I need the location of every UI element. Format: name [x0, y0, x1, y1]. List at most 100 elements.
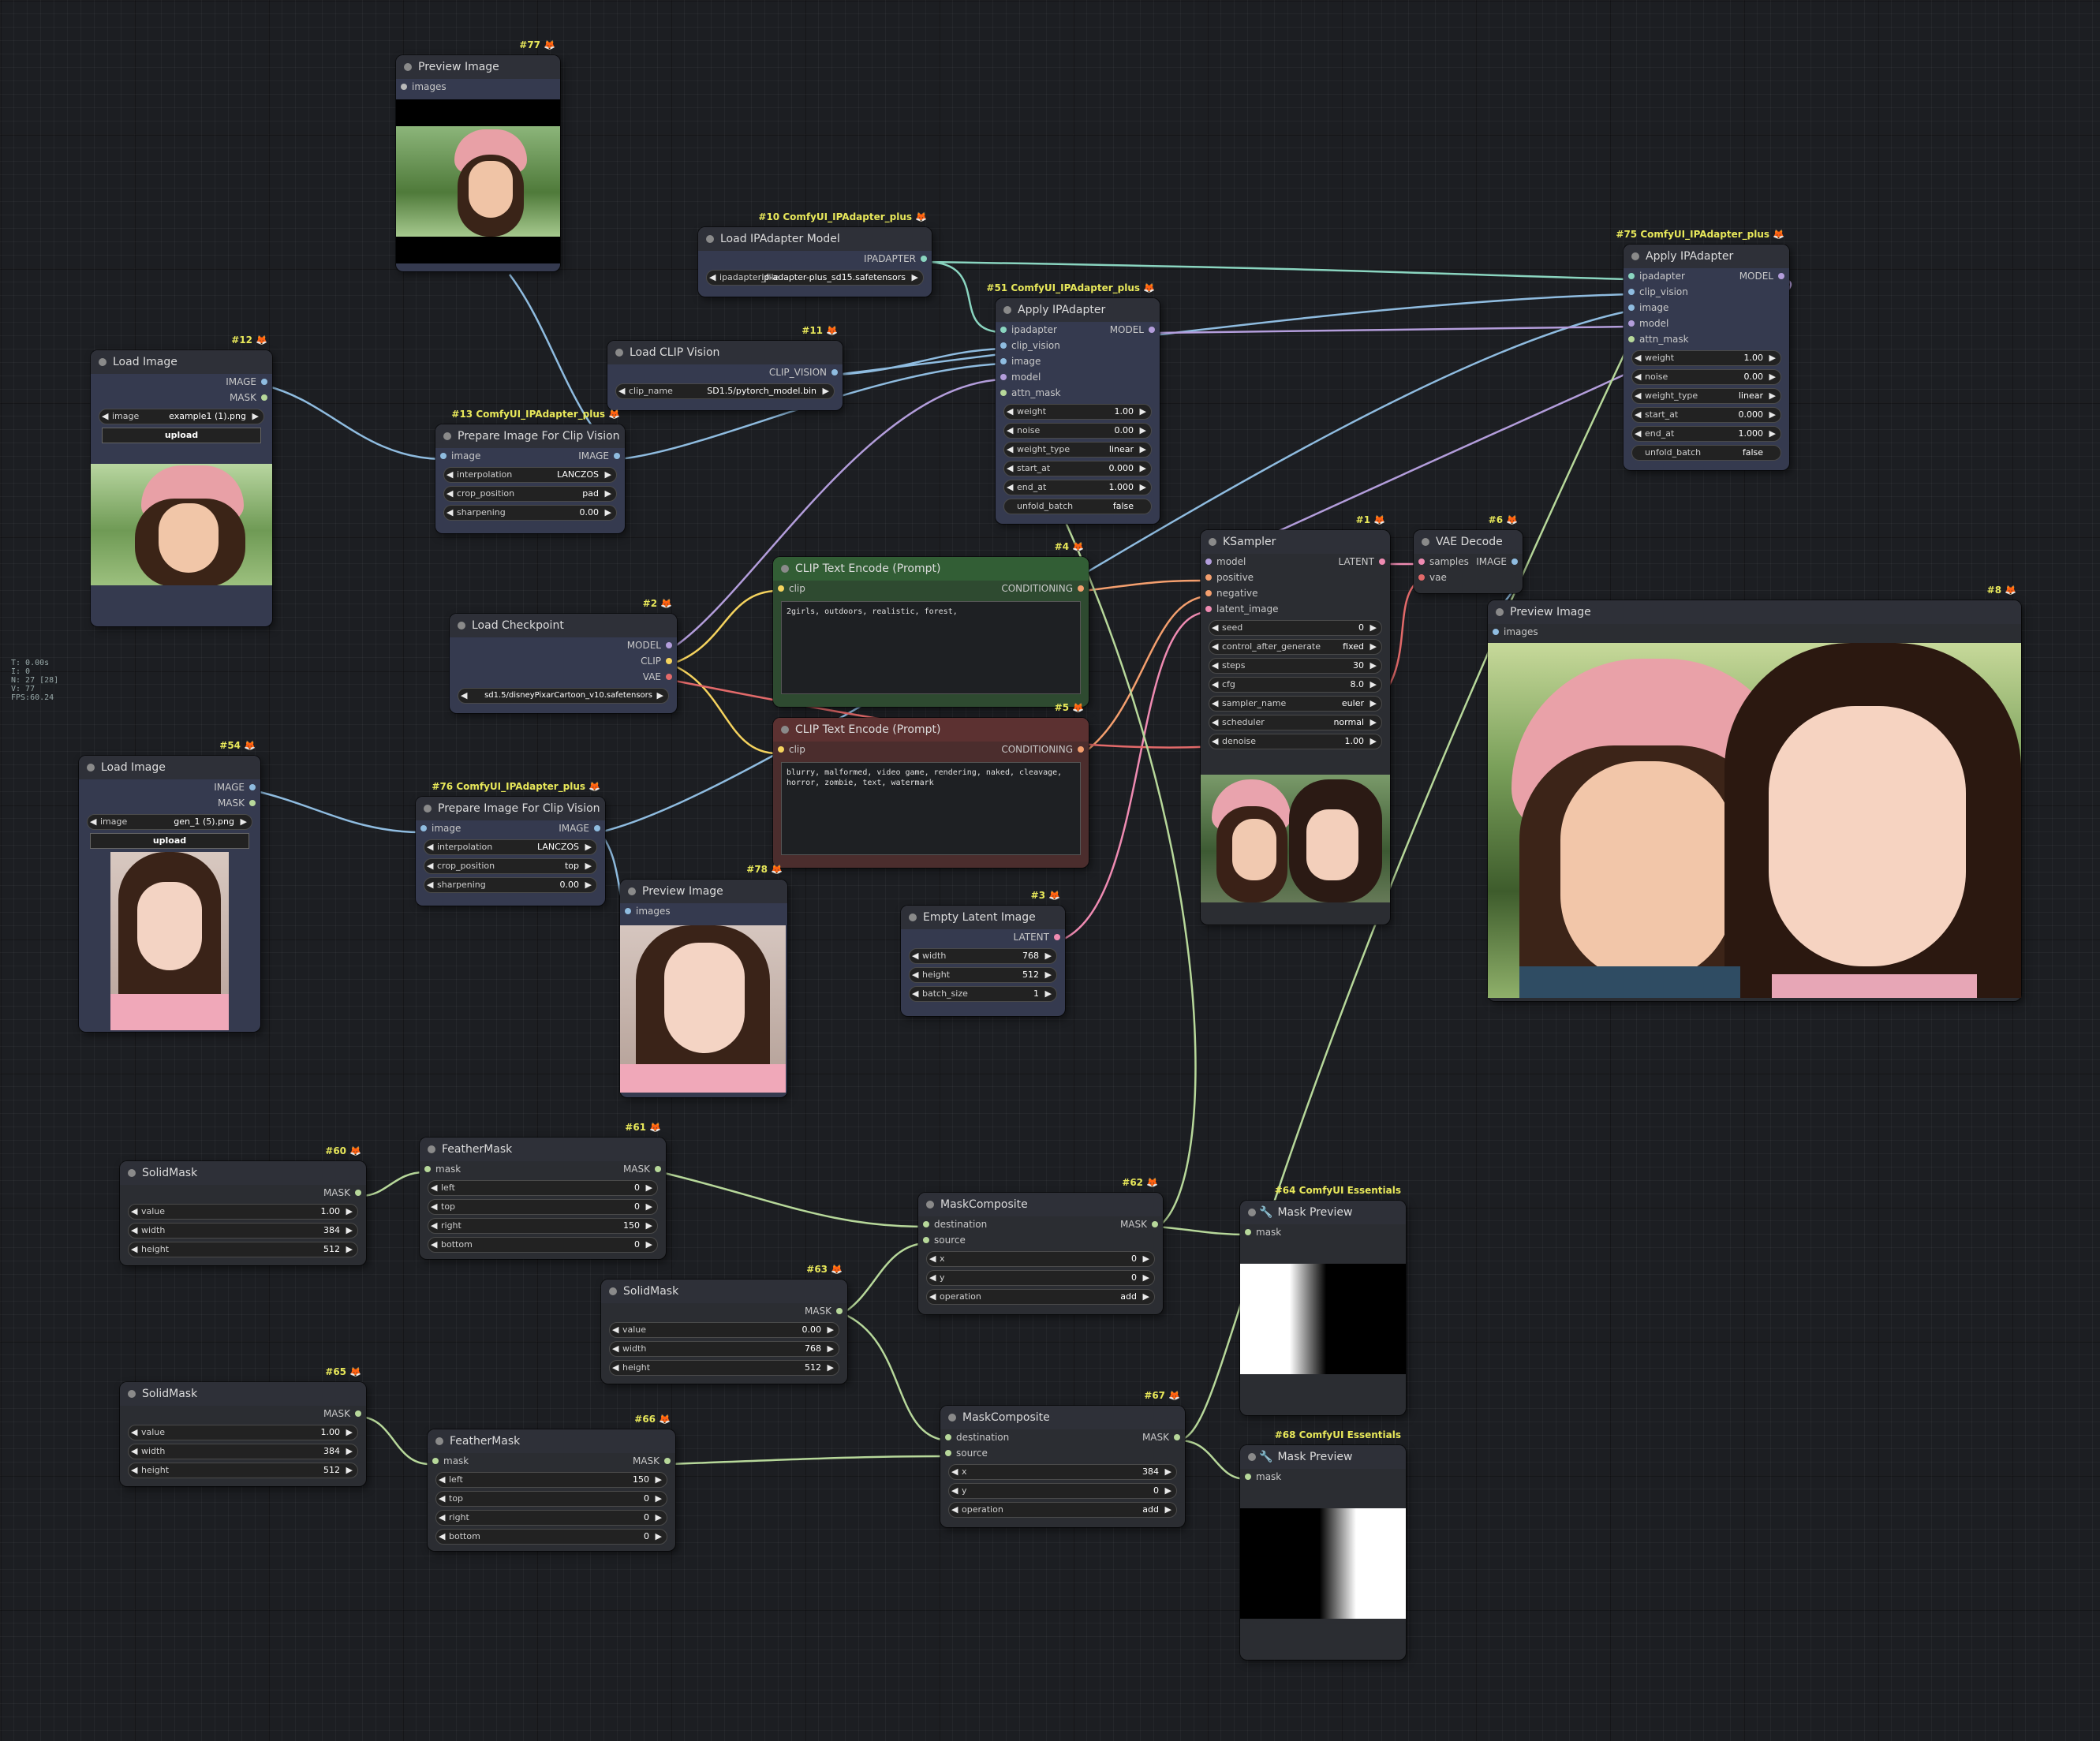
arrow-left-icon[interactable]: ◀ [439, 1511, 445, 1525]
output-slot[interactable] [831, 369, 838, 375]
height-widget[interactable]: ◀ height 512 ▶ [609, 1360, 839, 1376]
collapse-dot-icon[interactable] [609, 1287, 617, 1295]
collapse-dot-icon[interactable] [948, 1414, 956, 1422]
arrow-right-icon[interactable]: ▶ [1140, 405, 1146, 419]
arrow-right-icon[interactable]: ▶ [1140, 461, 1146, 476]
input-slot[interactable] [1000, 358, 1007, 364]
arrow-left-icon[interactable]: ◀ [131, 1425, 137, 1440]
input-slot[interactable] [778, 746, 784, 753]
arrow-right-icon[interactable]: ▶ [656, 1473, 662, 1487]
interpolation-combo[interactable]: ◀ interpolation LANCZOS ▶ [424, 839, 597, 855]
arrow-left-icon[interactable]: ◀ [912, 987, 918, 1001]
collapse-dot-icon[interactable] [435, 1437, 443, 1445]
arrow-left-icon[interactable]: ◀ [461, 689, 467, 703]
scheduler-combo[interactable]: ◀ scheduler normal ▶ [1209, 715, 1382, 730]
operation-combo[interactable]: ◀ operation add ▶ [926, 1289, 1155, 1305]
arrow-left-icon[interactable]: ◀ [427, 840, 433, 854]
weight-type-combo[interactable]: ◀ weight_type linear ▶ [1631, 388, 1781, 404]
arrow-left-icon[interactable]: ◀ [90, 815, 96, 829]
input-slot[interactable] [424, 1166, 431, 1172]
input-slot[interactable] [432, 1458, 439, 1464]
node-title[interactable]: Load Image [91, 350, 272, 374]
node-title[interactable]: 🔧 Mask Preview [1240, 1201, 1406, 1224]
collapse-dot-icon[interactable] [1209, 538, 1216, 546]
unfold-batch-toggle[interactable]: unfold_batch false [1631, 445, 1781, 461]
node-maskcomposite-67[interactable]: #67 🦊 MaskComposite destination MASK sourc… [940, 1390, 1185, 1527]
width-widget[interactable]: ◀ width 768 ▶ [609, 1341, 839, 1357]
input-slot[interactable] [1000, 390, 1007, 396]
arrow-left-icon[interactable]: ◀ [1635, 370, 1641, 384]
arrow-right-icon[interactable]: ▶ [346, 1205, 353, 1219]
node-clip-text-encode-negative[interactable]: #5 🦊 CLIP Text Encode (Prompt) clip CONDIT… [773, 702, 1089, 868]
arrow-right-icon[interactable]: ▶ [1370, 621, 1377, 635]
arrow-right-icon[interactable]: ▶ [1165, 1484, 1171, 1498]
arrow-right-icon[interactable]: ▶ [241, 815, 247, 829]
denoise-widget[interactable]: ◀ denoise 1.00 ▶ [1209, 734, 1382, 749]
input-slot[interactable] [1628, 336, 1635, 342]
collapse-dot-icon[interactable] [404, 63, 412, 71]
node-title[interactable]: FeatherMask [428, 1429, 675, 1453]
output-slot[interactable] [1152, 1221, 1158, 1227]
width-widget[interactable]: ◀ width 768 ▶ [909, 948, 1057, 964]
arrow-right-icon[interactable]: ▶ [1143, 1290, 1149, 1304]
arrow-right-icon[interactable]: ▶ [1165, 1465, 1171, 1479]
arrow-right-icon[interactable]: ▶ [346, 1224, 353, 1238]
output-slot[interactable] [664, 1458, 671, 1464]
input-slot[interactable] [1628, 289, 1635, 295]
right-widget[interactable]: ◀ right 0 ▶ [435, 1510, 667, 1526]
arrow-left-icon[interactable]: ◀ [912, 949, 918, 963]
node-title[interactable]: Load Image [79, 756, 260, 779]
x-widget[interactable]: ◀ x 0 ▶ [926, 1251, 1155, 1267]
node-title[interactable]: FeatherMask [420, 1138, 666, 1161]
arrow-right-icon[interactable]: ▶ [646, 1238, 652, 1252]
arrow-left-icon[interactable]: ◀ [951, 1465, 958, 1479]
node-clip-text-encode-positive[interactable]: #4 🦊 CLIP Text Encode (Prompt) clip CONDIT… [773, 541, 1089, 707]
image-combo[interactable]: ◀ image example1 (1).png ▶ [99, 409, 264, 424]
arrow-right-icon[interactable]: ▶ [656, 1511, 662, 1525]
height-widget[interactable]: ◀ height 512 ▶ [909, 967, 1057, 983]
node-title[interactable]: Preview Image [396, 55, 560, 79]
collapse-dot-icon[interactable] [428, 1145, 435, 1153]
operation-combo[interactable]: ◀ operation add ▶ [948, 1502, 1177, 1518]
node-title[interactable]: Empty Latent Image [901, 906, 1065, 929]
arrow-left-icon[interactable]: ◀ [1635, 351, 1641, 365]
node-title[interactable]: Load IPAdapter Model [698, 227, 932, 251]
node-title[interactable]: Preview Image [1488, 600, 2021, 624]
node-title[interactable]: Preview Image [620, 880, 787, 903]
node-solidmask-63[interactable]: #63 🦊 SolidMask MASK ◀ value 0.00 ▶ ◀ width 76… [601, 1264, 847, 1384]
output-slot[interactable] [1511, 559, 1518, 565]
output-slot[interactable] [249, 784, 256, 790]
node-vae-decode[interactable]: #6 🦊 VAE Decode samples IMAGE vae [1414, 514, 1523, 593]
node-title[interactable]: VAE Decode [1414, 530, 1523, 554]
node-solidmask-60[interactable]: #60 🦊 SolidMask MASK ◀ value 1.00 ▶ ◀ width 38… [120, 1145, 366, 1265]
bottom-widget[interactable]: ◀ bottom 0 ▶ [435, 1529, 667, 1545]
width-widget[interactable]: ◀ width 384 ▶ [128, 1444, 358, 1459]
node-load-ipadapter-model[interactable]: #10 ComfyUI_IPAdapter_plus 🦊 Load IPAdapt… [698, 211, 932, 297]
collapse-dot-icon[interactable] [99, 358, 106, 366]
noise-widget[interactable]: ◀ noise 0.00 ▶ [1631, 369, 1781, 385]
output-slot[interactable] [836, 1308, 843, 1314]
prompt-textarea[interactable]: blurry, malformed, video game, rendering… [781, 762, 1081, 855]
end-at-widget[interactable]: ◀ end_at 1.000 ▶ [1631, 426, 1781, 442]
node-title[interactable]: CLIP Text Encode (Prompt) [773, 557, 1089, 581]
arrow-left-icon[interactable]: ◀ [447, 487, 453, 501]
output-slot[interactable] [261, 379, 267, 385]
collapse-dot-icon[interactable] [1422, 538, 1429, 546]
end-at-widget[interactable]: ◀ end_at 1.000 ▶ [1003, 480, 1152, 495]
node-title[interactable]: KSampler [1201, 530, 1390, 554]
crop-position-combo[interactable]: ◀ crop_position pad ▶ [443, 486, 617, 502]
output-slot[interactable] [1379, 559, 1385, 565]
arrow-right-icon[interactable]: ▶ [605, 487, 611, 501]
x-widget[interactable]: ◀ x 384 ▶ [948, 1464, 1177, 1480]
arrow-left-icon[interactable]: ◀ [102, 409, 108, 424]
arrow-left-icon[interactable]: ◀ [1635, 389, 1641, 403]
ckpt-name-combo[interactable]: ◀ckpt_namesd1.5/disneyPixarCartoon_v10.s… [458, 688, 669, 704]
node-title[interactable]: Apply IPAdapter [1624, 245, 1789, 268]
arrow-left-icon[interactable]: ◀ [1212, 734, 1218, 749]
node-mask-preview-68[interactable]: #68 ComfyUI Essentials 🔧 Mask Preview mas… [1240, 1429, 1406, 1660]
arrow-right-icon[interactable]: ▶ [252, 409, 259, 424]
arrow-left-icon[interactable]: ◀ [439, 1492, 445, 1506]
arrow-right-icon[interactable]: ▶ [1370, 640, 1377, 654]
node-title[interactable]: MaskComposite [918, 1193, 1163, 1216]
unfold-batch-toggle[interactable]: unfold_batch false [1003, 499, 1152, 514]
